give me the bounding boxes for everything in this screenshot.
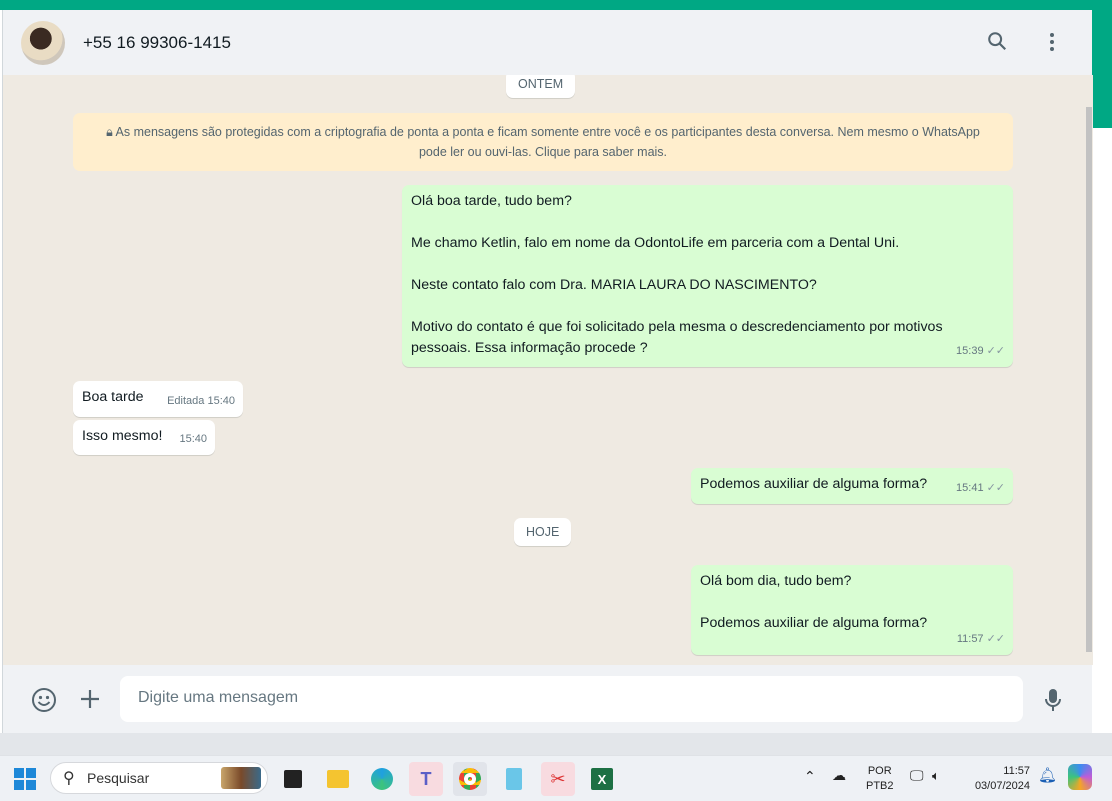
double-check-icon: ✓✓ [986,345,1005,357]
taskbar-search[interactable]: ⚲ Pesquisar [50,762,268,794]
double-check-icon: ✓✓ [986,633,1005,645]
date-divider: ONTEM [506,75,576,98]
message-text: Olá boa tarde, tudo bem? Me chamo Ketlin… [411,193,943,356]
cloud-offline-icon[interactable]: ☁︎ [832,768,846,783]
encryption-notice[interactable]: 🔒︎ As mensagens são protegidas com a cri… [73,113,1013,171]
snipping-tool-icon[interactable]: ✂︎ [541,762,575,796]
background-strip [1092,10,1112,128]
edge-icon[interactable] [365,762,399,796]
avatar[interactable] [21,20,65,65]
message-input[interactable]: Digite uma mensagem [120,676,1023,722]
message-time: 15:41 [956,482,984,494]
language-indicator[interactable]: POR PTB2 [866,764,894,794]
message-time: 15:40 [179,433,207,445]
scrollbar[interactable] [1084,75,1093,665]
message-time: 11:57 [956,633,984,645]
message-time: 15:40 [207,395,235,407]
message-time: 15:39 [956,345,984,357]
chrome-icon[interactable] [453,762,487,796]
taskbar: ⚲ Pesquisar T ✂︎ X ⌃ ☁︎ POR PTB2 🖵︎ 🔈︎ 11… [0,755,1112,801]
clock-time: 11:57 [1003,765,1030,777]
clock[interactable]: 11:57 03/07/2024 [966,764,1030,794]
chevron-up-icon[interactable]: ⌃ [804,769,816,784]
edited-label: Editada [167,395,205,407]
contact-name[interactable]: +55 16 99306-1415 [83,33,231,53]
message-incoming[interactable]: Boa tarde Editada 15:40 [73,381,243,417]
message-outgoing[interactable]: Podemos auxiliar de alguma forma? 15:41 ✓… [691,468,1013,504]
double-check-icon: ✓✓ [986,482,1005,494]
volume-icon[interactable]: 🔈︎ [932,768,940,783]
message-incoming[interactable]: Isso mesmo! 15:40 [73,420,215,455]
emoji-icon[interactable] [31,687,57,718]
message-list: ONTEM 🔒︎ As mensagens são protegidas com… [3,75,1084,665]
chat-header: +55 16 99306-1415 [3,10,1092,75]
notepad-icon[interactable] [497,762,531,796]
window-top-bar [0,0,1112,10]
microphone-icon[interactable] [1043,687,1063,718]
date-divider: HOJE [514,518,572,546]
clock-date: 03/07/2024 [974,780,1030,792]
notification-bell-icon[interactable]: 🔔︎ [1038,768,1057,783]
message-outgoing[interactable]: Olá boa tarde, tudo bem? Me chamo Ketlin… [402,185,1013,367]
search-icon[interactable] [985,30,1009,54]
excel-icon[interactable]: X [585,762,619,796]
keyboard-label: PTB2 [866,780,894,792]
whatsapp-window: +55 16 99306-1415 ONTEM 🔒︎ As mensagens … [2,10,1093,733]
composer: Digite uma mensagem [3,665,1092,733]
plus-icon[interactable] [78,687,102,716]
copilot-icon[interactable] [1068,764,1092,790]
search-icon: ⚲ [63,770,75,787]
search-highlight-image [221,767,261,789]
search-label: Pesquisar [87,770,150,786]
desktop-gap [0,733,1112,755]
scrollbar-thumb[interactable] [1086,107,1092,652]
message-text: Olá bom dia, tudo bem? Podemos auxiliar … [700,573,928,631]
network-icon[interactable]: 🖵︎ [910,768,924,783]
teams-icon[interactable]: T [409,762,443,796]
file-explorer-icon[interactable] [321,762,355,796]
windows-start-icon[interactable] [8,762,42,796]
language-label: POR [867,765,892,777]
message-outgoing[interactable]: Olá bom dia, tudo bem? Podemos auxiliar … [691,565,1013,655]
lock-icon: 🔒︎ [106,125,116,139]
menu-icon[interactable] [1040,30,1064,54]
app-icon-black[interactable] [276,762,310,796]
